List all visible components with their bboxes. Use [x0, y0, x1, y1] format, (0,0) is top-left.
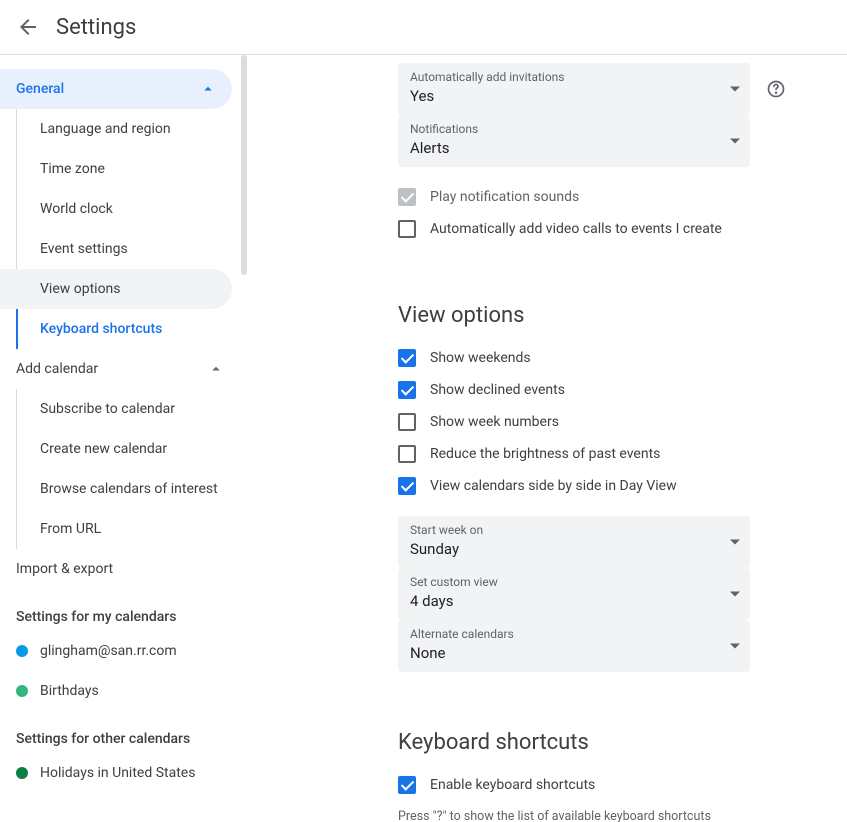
checkbox-side-by-side-day-view[interactable] — [398, 477, 416, 495]
checkbox-label: Enable keyboard shortcuts — [430, 777, 595, 793]
checkbox-enable-keyboard-shortcuts[interactable] — [398, 776, 416, 794]
select-set-custom-view[interactable]: Set custom view 4 days — [398, 568, 750, 620]
nav-item-label: Browse calendars of interest — [40, 481, 218, 497]
select-value: Alerts — [410, 137, 738, 159]
section-heading-view-options: View options — [398, 303, 847, 328]
select-start-week-on[interactable]: Start week on Sunday — [398, 516, 750, 568]
checkbox-auto-add-video-calls[interactable] — [398, 220, 416, 238]
checkbox-row-auto-video: Automatically add video calls to events … — [398, 213, 847, 245]
sidebar-section-other-calendars: Settings for other calendars — [0, 711, 240, 753]
sidebar-section-my-calendars: Settings for my calendars — [0, 589, 240, 631]
scrollbar-thumb[interactable] — [241, 55, 247, 275]
nav-item-time-zone[interactable]: Time zone — [0, 149, 232, 189]
nav-item-browse-calendars-of-interest[interactable]: Browse calendars of interest — [0, 469, 232, 509]
select-value: 4 days — [410, 590, 738, 612]
chevron-up-icon — [198, 79, 218, 99]
nav-item-event-settings[interactable]: Event settings — [0, 229, 232, 269]
checkbox-reduce-brightness[interactable] — [398, 445, 416, 463]
calendar-color-dot — [16, 767, 28, 779]
checkbox-show-declined-events[interactable] — [398, 381, 416, 399]
calendar-item-label: glingham@san.rr.com — [40, 643, 177, 659]
select-value: Sunday — [410, 538, 738, 560]
checkbox-label: Show week numbers — [430, 414, 559, 430]
calendar-item-holidays[interactable]: Holidays in United States — [0, 753, 240, 793]
nav-item-world-clock[interactable]: World clock — [0, 189, 232, 229]
select-alternate-calendars[interactable]: Alternate calendars None — [398, 620, 750, 672]
nav-group-add-calendar[interactable]: Add calendar — [0, 349, 240, 389]
calendar-color-dot — [16, 685, 28, 697]
calendar-item-birthdays[interactable]: Birthdays — [0, 671, 240, 711]
sidebar-scrollbar[interactable] — [240, 55, 248, 822]
select-value: None — [410, 642, 738, 664]
help-icon[interactable] — [764, 77, 788, 101]
nav-item-label: Time zone — [40, 161, 105, 177]
checkbox-row-show-weekends: Show weekends — [398, 342, 847, 374]
dropdown-arrow-icon — [730, 644, 740, 649]
nav-item-keyboard-shortcuts[interactable]: Keyboard shortcuts — [0, 309, 232, 349]
main-content: Automatically add invitations Yes Notifi… — [248, 55, 847, 822]
select-label: Set custom view — [410, 574, 738, 590]
nav-item-create-new-calendar[interactable]: Create new calendar — [0, 429, 232, 469]
header: Settings — [0, 0, 847, 55]
select-label: Automatically add invitations — [410, 69, 738, 85]
calendar-item-label: Birthdays — [40, 683, 99, 699]
sidebar: General Language and region Time zone Wo… — [0, 55, 248, 822]
nav-item-label: Create new calendar — [40, 441, 167, 457]
dropdown-arrow-icon — [730, 87, 740, 92]
nav-sub-add-calendar: Subscribe to calendar Create new calenda… — [0, 389, 240, 549]
checkbox-row-side-by-side: View calendars side by side in Day View — [398, 470, 847, 502]
checkbox-row-play-sounds: Play notification sounds — [398, 181, 847, 213]
nav-item-label: Import & export — [16, 561, 113, 577]
page-title: Settings — [56, 15, 136, 40]
nav-item-label: View options — [40, 281, 121, 297]
nav-item-view-options[interactable]: View options — [0, 269, 232, 309]
nav-item-label: World clock — [40, 201, 113, 217]
nav-group-label: General — [16, 81, 64, 97]
calendar-item-label: Holidays in United States — [40, 765, 195, 781]
dropdown-arrow-icon — [730, 540, 740, 545]
select-label: Notifications — [410, 121, 738, 137]
checkbox-label: View calendars side by side in Day View — [430, 478, 677, 494]
dropdown-arrow-icon — [730, 592, 740, 597]
nav-item-label: Subscribe to calendar — [40, 401, 175, 417]
checkbox-row-enable-keyboard-shortcuts: Enable keyboard shortcuts — [398, 769, 847, 801]
nav-sub-general: Language and region Time zone World cloc… — [0, 109, 240, 349]
nav-group-general[interactable]: General — [0, 69, 232, 109]
checkbox-label: Reduce the brightness of past events — [430, 446, 660, 462]
checkbox-label: Show declined events — [430, 382, 565, 398]
select-label: Alternate calendars — [410, 626, 738, 642]
select-auto-add-invitations[interactable]: Automatically add invitations Yes — [398, 63, 750, 115]
checkbox-show-weekends[interactable] — [398, 349, 416, 367]
checkbox-row-show-week-numbers: Show week numbers — [398, 406, 847, 438]
checkbox-label: Automatically add video calls to events … — [430, 221, 722, 237]
checkbox-label: Show weekends — [430, 350, 531, 366]
section-heading-keyboard-shortcuts: Keyboard shortcuts — [398, 730, 847, 755]
nav-item-label: From URL — [40, 521, 101, 537]
checkbox-label: Play notification sounds — [430, 189, 579, 205]
select-value: Yes — [410, 85, 738, 107]
dropdown-arrow-icon — [730, 139, 740, 144]
nav-item-label: Event settings — [40, 241, 128, 257]
nav-item-label: Language and region — [40, 121, 171, 137]
nav-group-label: Add calendar — [16, 361, 98, 377]
keyboard-shortcuts-hint: Press "?" to show the list of available … — [398, 809, 847, 822]
calendar-item-primary[interactable]: glingham@san.rr.com — [0, 631, 240, 671]
nav-item-import-export[interactable]: Import & export — [0, 549, 240, 589]
chevron-up-icon — [206, 359, 226, 379]
checkbox-play-notification-sounds[interactable] — [398, 188, 416, 206]
nav-item-subscribe-to-calendar[interactable]: Subscribe to calendar — [0, 389, 232, 429]
select-label: Start week on — [410, 522, 738, 538]
select-notifications[interactable]: Notifications Alerts — [398, 115, 750, 167]
nav-item-from-url[interactable]: From URL — [0, 509, 232, 549]
calendar-color-dot — [16, 645, 28, 657]
checkbox-show-week-numbers[interactable] — [398, 413, 416, 431]
checkbox-row-reduce-brightness: Reduce the brightness of past events — [398, 438, 847, 470]
back-arrow-icon[interactable] — [16, 15, 40, 39]
nav-item-label: Keyboard shortcuts — [40, 321, 162, 337]
nav-item-language-and-region[interactable]: Language and region — [0, 109, 232, 149]
checkbox-row-show-declined: Show declined events — [398, 374, 847, 406]
